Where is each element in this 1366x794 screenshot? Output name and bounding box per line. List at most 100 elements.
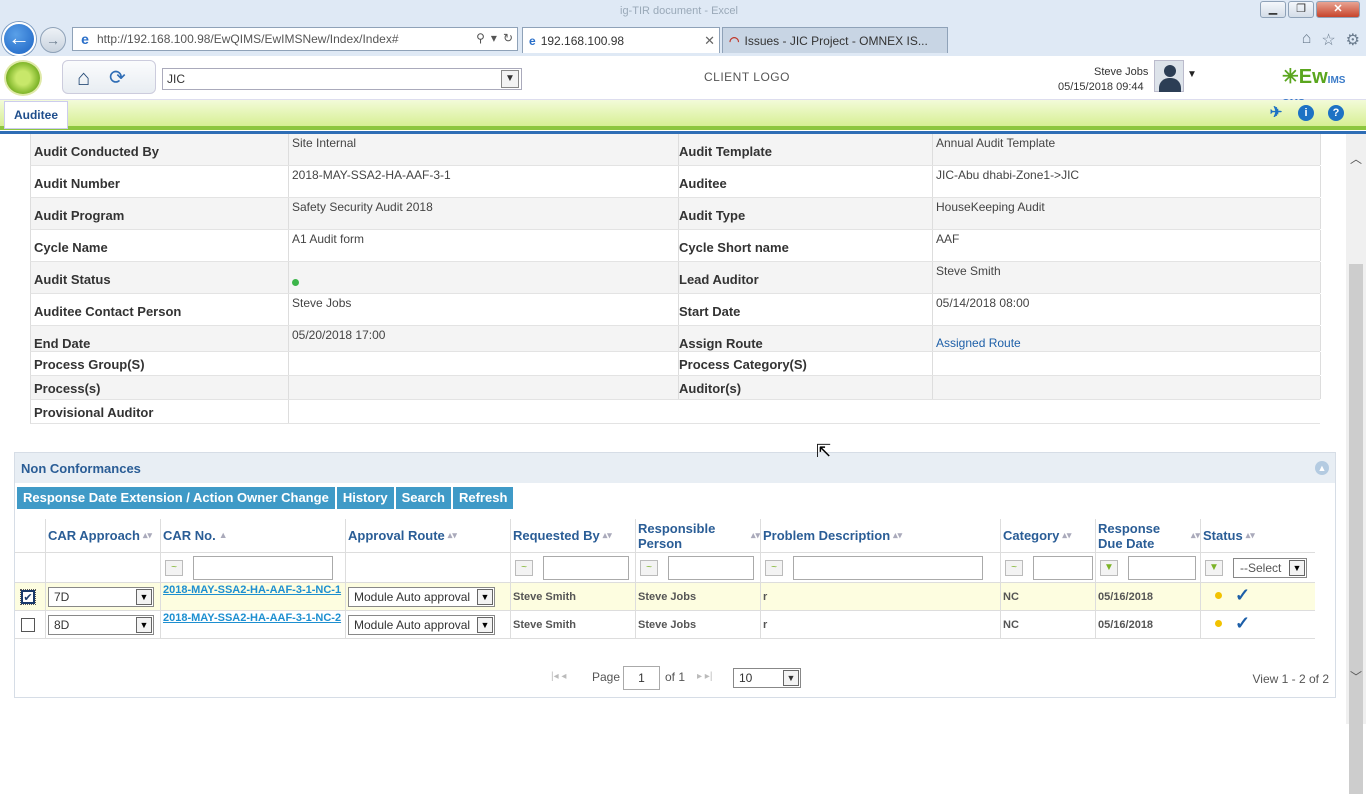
chevron-down-icon[interactable]: ▼ [136,589,152,605]
last-page-icon[interactable]: ▸ ▸| [697,671,712,682]
chevron-down-icon[interactable]: ▼ [477,617,493,633]
col-responsible-person[interactable]: Responsible Person ▴▾ [635,519,760,552]
back-arrow-icon[interactable]: ← [2,22,36,56]
filter-op-icon[interactable]: ~ [640,560,658,576]
minimize-icon[interactable]: ▁ [1260,1,1286,18]
detail-label: Process Category(S) [678,352,932,375]
chevron-down-icon[interactable]: ▼ [477,589,493,605]
tab-close-icon[interactable]: ✕ [704,33,715,49]
app-home-icon[interactable]: ⌂ [77,65,90,91]
car-approach-select[interactable]: 8D ▼ [48,615,154,635]
filter-due-date-input[interactable] [1128,556,1196,580]
column-label: Category [1003,528,1060,543]
collapse-icon[interactable]: ▲ [1315,461,1329,475]
browser-tab-inactive[interactable]: ◠ Issues - JIC Project - OMNEX IS... [722,27,948,53]
problem-cell: r [760,611,1000,638]
forward-arrow-icon[interactable]: → [40,27,66,53]
filter-responsible-input[interactable] [668,556,754,580]
filter-op-icon[interactable]: ~ [165,560,183,576]
scroll-up-icon[interactable]: ︿ [1350,150,1362,167]
restore-icon[interactable]: ❐ [1288,1,1314,18]
help-icon[interactable]: ? [1328,105,1344,121]
search-icon[interactable]: ⚲ [476,31,485,45]
row-checkbox[interactable] [21,618,35,632]
dropdown-icon[interactable]: ▾ [491,31,497,45]
col-category[interactable]: Category ▴▾ [1000,519,1095,552]
filter-status-value: --Select [1240,561,1282,575]
info-icon[interactable]: i [1298,105,1314,121]
col-approval-route[interactable]: Approval Route ▴▾ [345,519,510,552]
status-indicator-icon [292,279,299,286]
detail-row: Process Group(S) Process Category(S) [30,352,1321,376]
chevron-down-icon[interactable]: ▼ [501,70,519,88]
detail-label: Cycle Name [34,240,108,255]
pin-icon[interactable]: ✈ [1268,105,1284,121]
chevron-down-icon[interactable]: ▼ [136,617,152,633]
page-number-input[interactable]: 1 [623,666,660,690]
filter-car-no-input[interactable] [193,556,333,580]
scroll-thumb[interactable] [1349,264,1363,794]
settings-gear-icon[interactable]: ⚙ [1346,30,1360,50]
browser-tab-active[interactable]: e 192.168.100.98 ✕ [522,27,720,53]
page-scrollbar[interactable]: ︿ ﹀ [1346,134,1366,794]
approval-route-select[interactable]: Module Auto approval ▼ [348,587,495,607]
site-select[interactable]: JIC ▼ [162,68,522,90]
site-select-value: JIC [167,72,185,86]
car-approach-select[interactable]: 7D ▼ [48,587,154,607]
chevron-down-icon[interactable]: ▼ [783,670,799,686]
page-size-select[interactable]: 10 ▼ [733,668,801,688]
filter-problem-input[interactable] [793,556,983,580]
chevron-down-icon[interactable]: ▼ [1289,560,1305,576]
tab-auditee[interactable]: Auditee [4,101,68,129]
address-url[interactable]: http://192.168.100.98/EwQIMS/EwIMSNew/In… [97,32,399,46]
detail-label: Start Date [678,294,932,325]
col-status[interactable]: Status ▴▾ [1200,519,1315,552]
col-car-approach[interactable]: CAR Approach ▴▾ [45,519,160,552]
assigned-route-link[interactable]: Assigned Route [932,326,1321,351]
car-no-link[interactable]: 2018-MAY-SSA2-HA-AAF-3-1-NC-1 [163,584,343,597]
detail-label: Audit Program [34,208,125,223]
checkmark-icon[interactable]: ✓ [1235,585,1250,606]
col-car-no[interactable]: CAR No. ▲ [160,519,345,552]
user-avatar[interactable] [1154,60,1184,92]
filter-op-icon[interactable]: ~ [1005,560,1023,576]
reload-icon[interactable]: ↻ [503,31,513,45]
status-dot-icon [1215,592,1222,599]
home-icon[interactable]: ⌂ [1302,30,1312,50]
filter-requested-by-input[interactable] [543,556,629,580]
col-problem-description[interactable]: Problem Description ▴▾ [760,519,1000,552]
filter-status-select[interactable]: --Select ▼ [1233,558,1307,578]
table-row[interactable]: ✔ 7D ▼ 2018-MAY-SSA2-HA-AAF-3-1-NC-1 Module … [15,583,1315,611]
sort-icon: ▴▾ [893,530,903,540]
scroll-down-icon[interactable]: ﹀ [1350,668,1362,685]
table-row[interactable]: 8D ▼ 2018-MAY-SSA2-HA-AAF-3-1-NC-2 Module A… [15,611,1315,639]
car-no-link[interactable]: 2018-MAY-SSA2-HA-AAF-3-1-NC-2 [163,612,343,625]
avatar-caret-icon[interactable]: ▼ [1187,69,1197,80]
filter-op-icon[interactable]: ~ [515,560,533,576]
home-refresh-box: ⌂ ⟳ [62,60,156,94]
detail-value: Annual Audit Template [932,134,1321,165]
filter-op-icon[interactable]: ~ [765,560,783,576]
close-icon[interactable]: ✕ [1316,1,1360,18]
app-logo-icon[interactable] [4,60,42,96]
app-refresh-icon[interactable]: ⟳ [109,65,126,90]
filter-category-input[interactable] [1033,556,1093,580]
checkmark-icon[interactable]: ✓ [1235,613,1250,634]
responsible-cell: Steve Jobs [635,583,760,610]
favorites-star-icon[interactable]: ☆ [1321,30,1335,50]
history-button[interactable]: History [336,487,394,509]
first-page-icon[interactable]: |◂ ◂ [551,671,566,682]
window-titlebar: ig-TIR document - Excel ▁ ❐ ✕ [0,0,1366,22]
filter-funnel-icon[interactable]: ▼ [1100,560,1118,576]
module-toolbar: Auditee ✈ i ? [0,100,1366,130]
response-date-extension-button[interactable]: Response Date Extension / Action Owner C… [17,487,335,509]
search-button[interactable]: Search [395,487,451,509]
col-requested-by[interactable]: Requested By ▴▾ [510,519,635,552]
refresh-button[interactable]: Refresh [452,487,514,509]
filter-funnel-icon[interactable]: ▼ [1205,560,1223,576]
col-response-due-date[interactable]: Response Due Date ▴▾ [1095,519,1200,552]
address-bar[interactable]: e http://192.168.100.98/EwQIMS/EwIMSNew/… [72,27,518,51]
status-dot-icon [1215,620,1222,627]
approval-route-select[interactable]: Module Auto approval ▼ [348,615,495,635]
row-checkbox[interactable]: ✔ [20,589,36,605]
